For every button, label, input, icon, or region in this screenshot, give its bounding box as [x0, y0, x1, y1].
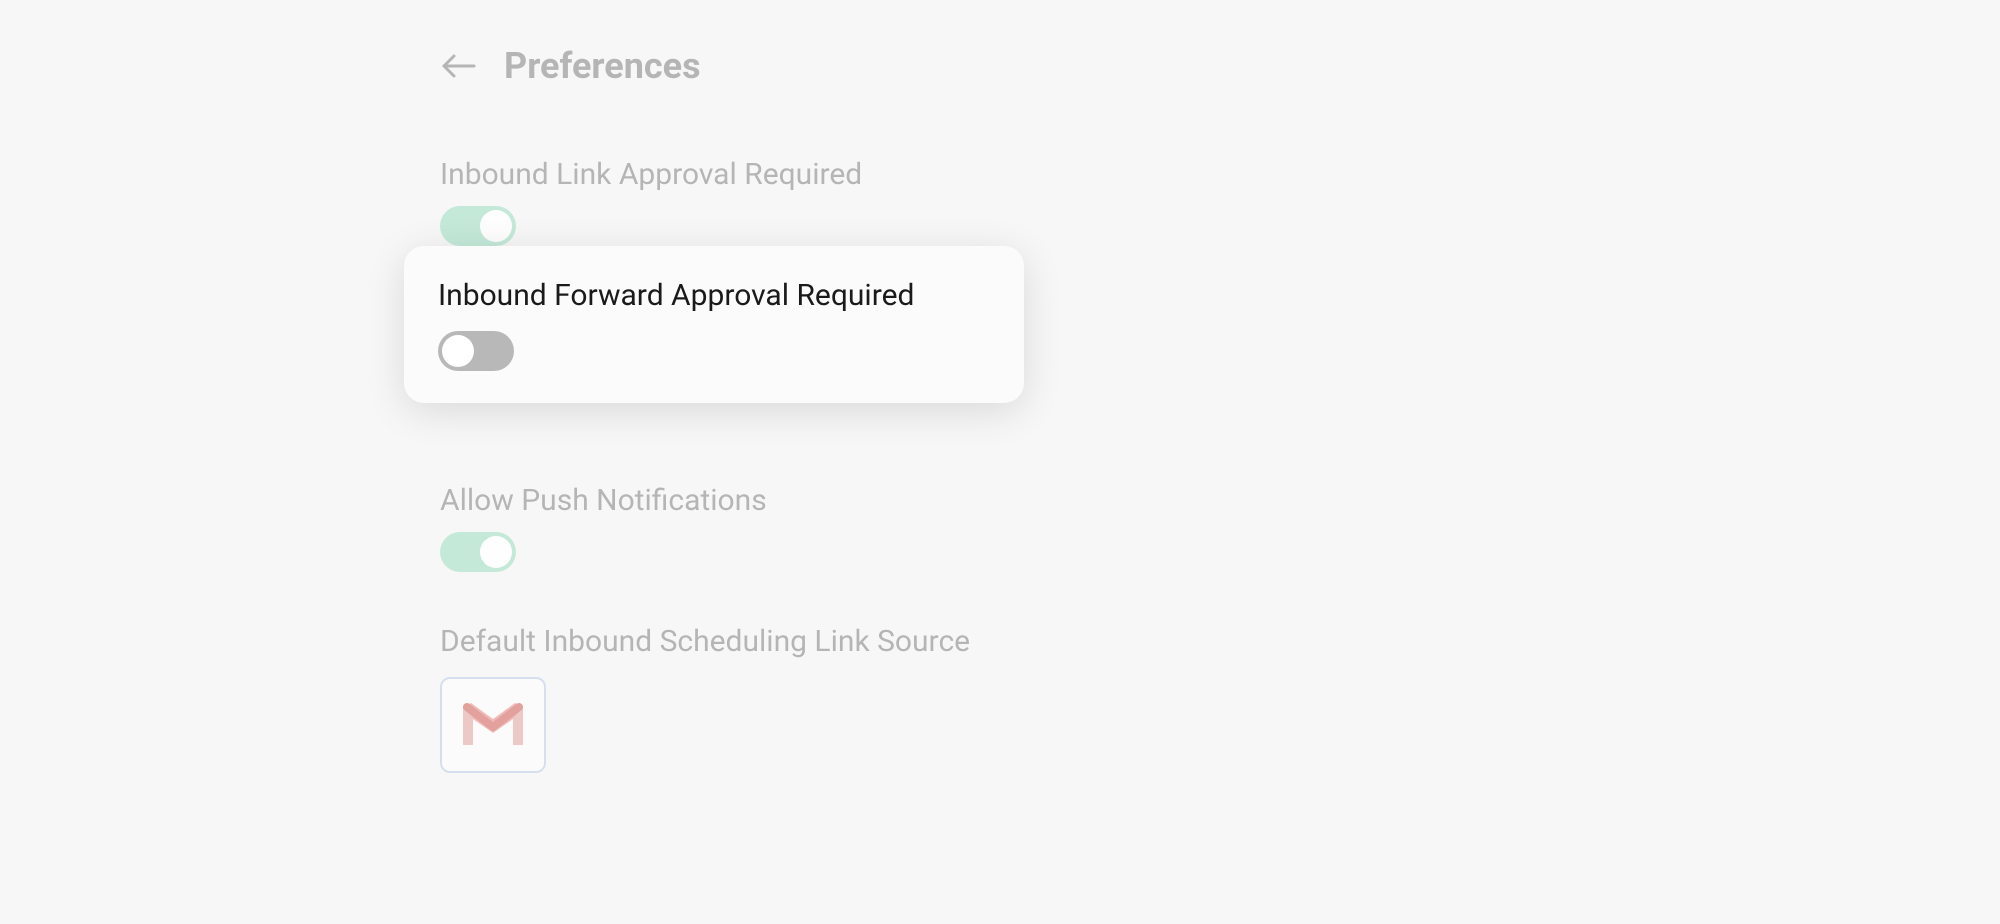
setting-default-scheduling-link-source: Default Inbound Scheduling Link Source [440, 624, 1540, 773]
setting-allow-push-notifications: Allow Push Notifications [440, 483, 1540, 572]
toggle-knob [442, 335, 474, 367]
setting-label: Inbound Link Approval Required [440, 157, 1540, 192]
gmail-icon [457, 697, 529, 753]
toggle-allow-push-notifications[interactable] [440, 532, 516, 572]
setting-inbound-link-approval: Inbound Link Approval Required [440, 157, 1540, 246]
setting-label: Allow Push Notifications [440, 483, 1540, 518]
setting-inbound-forward-approval: Inbound Forward Approval Required [404, 246, 1024, 403]
toggle-knob [480, 536, 512, 568]
toggle-inbound-forward-approval[interactable] [438, 331, 514, 371]
setting-label: Inbound Forward Approval Required [438, 278, 990, 313]
toggle-inbound-link-approval[interactable] [440, 206, 516, 246]
toggle-knob [480, 210, 512, 242]
back-arrow-icon[interactable] [440, 51, 476, 81]
setting-label: Default Inbound Scheduling Link Source [440, 624, 1540, 659]
page-title: Preferences [504, 45, 701, 87]
scheduling-source-gmail[interactable] [440, 677, 546, 773]
page-header: Preferences [440, 45, 1540, 87]
